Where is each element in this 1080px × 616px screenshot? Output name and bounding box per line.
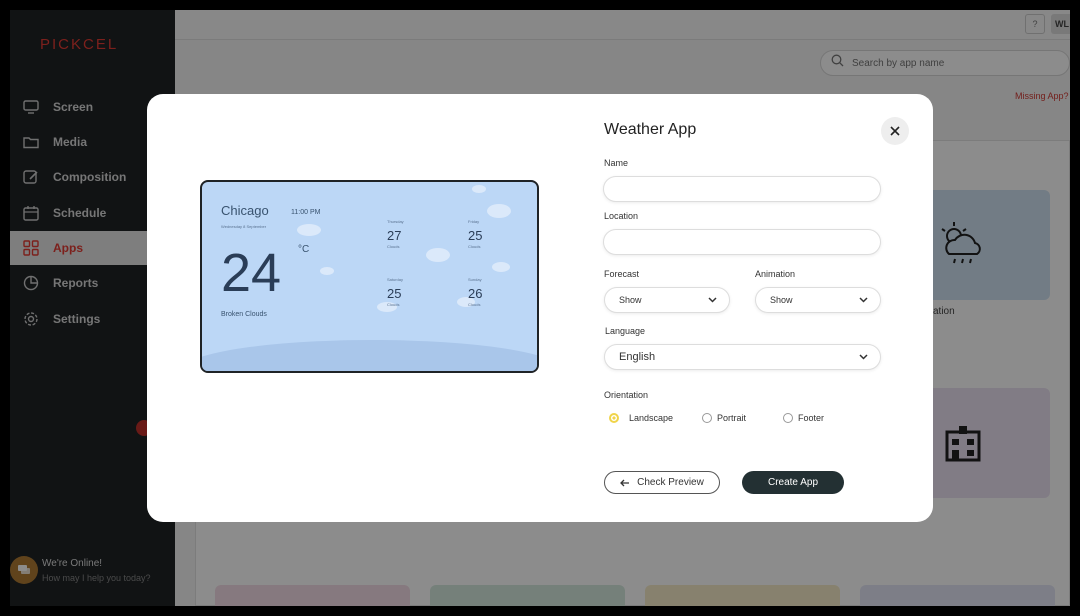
preview-unit: °C: [298, 244, 310, 255]
weather-app-modal: Chicago Wednesday 8 September 11:00 PM 2…: [147, 94, 933, 522]
orientation-landscape-radio[interactable]: Landscape: [609, 413, 673, 423]
preview-condition: Broken Clouds: [221, 311, 267, 318]
close-icon: [890, 126, 900, 136]
language-select[interactable]: English: [604, 344, 881, 370]
modal-title: Weather App: [604, 121, 697, 138]
forecast-day: Friday 25 Clouds: [468, 219, 483, 249]
chevron-down-icon: [859, 354, 868, 360]
arrow-left-icon: [620, 479, 630, 486]
app-window: PICKCEL Screen Media Composition Schedul…: [10, 10, 1070, 606]
forecast-select[interactable]: Show: [604, 287, 730, 313]
name-label: Name: [604, 158, 629, 168]
radio-icon: [609, 413, 619, 423]
preview-temperature: 24: [221, 243, 282, 303]
orientation-portrait-radio[interactable]: Portrait: [702, 413, 746, 423]
create-app-button[interactable]: Create App: [742, 471, 844, 494]
language-label: Language: [605, 326, 646, 336]
animation-select[interactable]: Show: [755, 287, 881, 313]
preview-time: 11:00 PM: [291, 209, 321, 216]
forecast-day: Thursday 27 Clouds: [387, 219, 404, 249]
check-preview-button[interactable]: Check Preview: [604, 471, 720, 494]
chevron-down-icon: [859, 297, 868, 303]
preview-date: Wednesday 8 September: [221, 224, 267, 229]
weather-preview: Chicago Wednesday 8 September 11:00 PM 2…: [200, 180, 539, 373]
location-input[interactable]: [603, 229, 881, 255]
forecast-label: Forecast: [604, 269, 640, 279]
close-button[interactable]: [881, 117, 909, 145]
radio-icon: [783, 413, 793, 423]
name-input[interactable]: [603, 176, 881, 202]
preview-city: Chicago: [221, 203, 269, 218]
location-label: Location: [604, 211, 639, 221]
forecast-day: Sunday 26 Clouds: [468, 277, 483, 307]
radio-icon: [702, 413, 712, 423]
orientation-label: Orientation: [604, 390, 649, 400]
chevron-down-icon: [708, 297, 717, 303]
forecast-day: Saturday 25 Clouds: [387, 277, 404, 307]
orientation-footer-radio[interactable]: Footer: [783, 413, 824, 423]
animation-label: Animation: [755, 269, 796, 279]
